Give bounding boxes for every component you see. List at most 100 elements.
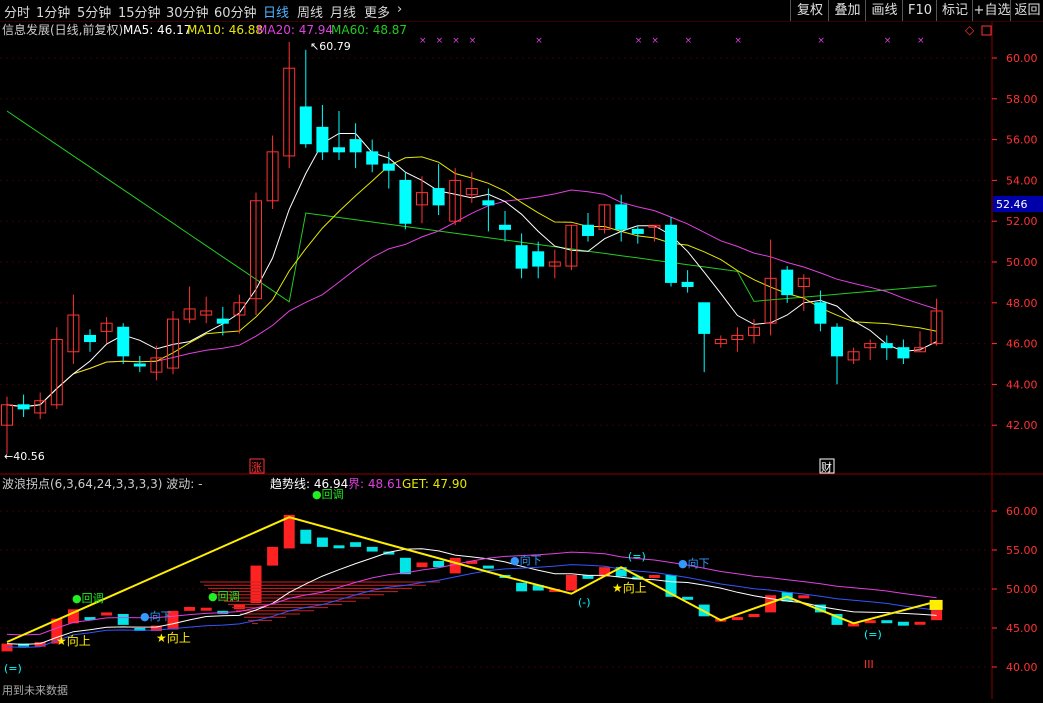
ma10-legend: MA10: 46.88 [187, 23, 263, 37]
candle-down [897, 347, 910, 359]
candle-down [582, 224, 594, 236]
mark-button[interactable]: 标记 [936, 0, 973, 21]
ma20-line [6, 189, 937, 408]
sub-bar-up [914, 621, 926, 625]
sub-bar-up [1, 643, 13, 652]
sub-bar-up [798, 595, 810, 599]
candle-down [482, 200, 495, 206]
sub-bar-up [200, 607, 212, 611]
kline-chart[interactable]: 信息发展(日线,前复权) MA5: 46.17 MA10: 46.88 MA20… [0, 22, 1043, 699]
period-tab-1min[interactable]: 1分钟 [36, 2, 70, 21]
period-tab-monthly[interactable]: 月线 [330, 2, 356, 21]
main-title: 信息发展(日线,前复权) [2, 22, 123, 37]
sub-axis: 60.00 55.00 50.00 45.00 40.00 [992, 505, 1038, 674]
sub-bar-up [250, 565, 262, 604]
draw-line-button[interactable]: 画线 [865, 0, 903, 21]
fuquan-button[interactable]: 复权 [790, 0, 829, 21]
period-toolbar: 分时 1分钟 5分钟 15分钟 30分钟 60分钟 日线 周线 月线 更多 › … [0, 0, 1043, 22]
jie-legend: 界: 48.61 [348, 477, 402, 491]
annotation-roman-iii: III [864, 658, 874, 671]
annotation-xiangxia-3: ●向下 [678, 556, 710, 570]
diamond-icon[interactable]: ◇ [965, 23, 975, 37]
period-tab-more[interactable]: 更多 [364, 2, 390, 21]
annotation-huitiao-top: ●回调 [312, 488, 344, 501]
sub-title: 波浪拐点(6,3,64,24,3,3,3,3) 波动: - [2, 476, 202, 491]
ma60-legend: MA60: 48.87 [331, 23, 407, 37]
candle-down [117, 326, 130, 357]
sub-bar-up [648, 574, 660, 578]
overlay-button[interactable]: 叠加 [828, 0, 866, 21]
annotation-circle-minus: (-) [578, 596, 591, 609]
candle-down [631, 228, 644, 234]
annotation-huitiao-2: ●回调 [208, 590, 240, 603]
x-marker: × [817, 36, 825, 46]
sub-bar-down [482, 565, 494, 569]
ma20-legend: MA20: 47.94 [257, 23, 333, 37]
candle-down [216, 318, 229, 324]
x-marker: × [436, 36, 444, 46]
candle-down [814, 302, 827, 324]
candle-down [831, 326, 843, 357]
candle-down [333, 147, 345, 153]
period-tab-5min[interactable]: 5分钟 [77, 2, 111, 21]
candle-down [665, 224, 677, 283]
chevron-right-icon[interactable]: › [397, 2, 402, 17]
sub-bar-up [184, 606, 196, 611]
period-tab-60min[interactable]: 60分钟 [214, 2, 257, 21]
wave-polyline [6, 516, 937, 643]
f10-button[interactable]: F10 [902, 0, 937, 21]
x-marker: × [917, 36, 925, 46]
annotation-circle-eq-1: (=) [4, 662, 22, 675]
high-price-label: ↖60.79 [310, 40, 351, 53]
sub-bar-up [748, 613, 760, 618]
sub-bar-down [350, 542, 362, 547]
annotation-circle-eq-2: (=) [628, 550, 646, 563]
sub-bar-down [117, 613, 129, 625]
annotation-xiangxia-1: ●向下 [140, 609, 172, 623]
axis-label: 52.00 [1006, 215, 1038, 228]
x-marker: × [535, 36, 543, 46]
sub-bar-up [233, 604, 245, 610]
x-markers: × × × × × × × × × × × × [419, 36, 925, 46]
candlestick-series [1, 41, 943, 454]
sub-bar-up [267, 546, 279, 566]
sub-bar-up [101, 612, 113, 616]
low-price-label: ←40.56 [4, 450, 45, 463]
candle-down [316, 126, 329, 153]
period-tab-weekly[interactable]: 周线 [297, 2, 323, 21]
sub-bar-up [34, 642, 46, 647]
candle-down [532, 251, 545, 267]
candle-down [133, 363, 146, 367]
main-grid [0, 57, 992, 426]
axis-label: 44.00 [1006, 378, 1038, 391]
x-marker: × [635, 36, 643, 46]
axis-label: 40.00 [1006, 661, 1038, 674]
price-axis: 60.00 58.00 56.00 54.00 52.00 50.00 48.00 46.00… [992, 52, 1038, 432]
zhang-marker: 涨 [251, 461, 262, 474]
period-tab-fenshi[interactable]: 分时 [4, 2, 30, 21]
x-marker: × [452, 36, 460, 46]
axis-label: 50.00 [1006, 256, 1038, 269]
period-tab-30min[interactable]: 30分钟 [166, 2, 209, 21]
chart-area: 信息发展(日线,前复权) MA5: 46.17 MA10: 46.88 MA20… [0, 22, 1043, 703]
axis-label: 42.00 [1006, 419, 1038, 432]
sub-bar-down [682, 596, 694, 600]
x-marker: × [419, 36, 427, 46]
axis-label: 60.00 [1006, 52, 1038, 65]
axis-label: 46.00 [1006, 338, 1038, 351]
x-marker: × [469, 36, 477, 46]
annotation-xiangshang-1: ★向上 [56, 633, 91, 648]
x-marker: × [685, 36, 693, 46]
future-data-note: 用到未来数据 [2, 683, 68, 697]
back-button[interactable]: 返回 [1010, 0, 1043, 21]
get-legend: GET: 47.90 [402, 477, 467, 491]
annotation-xiangshang-3: ★向上 [612, 580, 647, 595]
period-tab-15min[interactable]: 15分钟 [118, 2, 161, 21]
annotation-circle-eq-3: (=) [864, 628, 882, 641]
x-marker: × [651, 36, 659, 46]
sub-bar-series [1, 514, 943, 652]
add-watchlist-button[interactable]: +自选 [972, 0, 1011, 21]
period-tab-daily[interactable]: 日线 [263, 2, 289, 21]
panel-toggle-icon[interactable] [981, 25, 992, 36]
candle-down [781, 269, 794, 296]
